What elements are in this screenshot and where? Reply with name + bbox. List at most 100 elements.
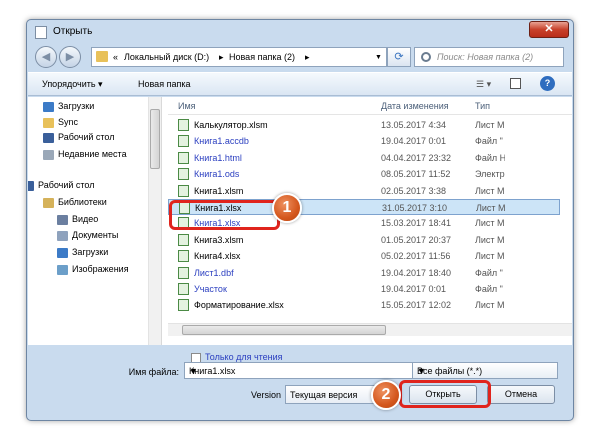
horizontal-scrollbar-thumb[interactable] xyxy=(182,325,386,335)
column-type[interactable]: Тип xyxy=(475,101,490,111)
file-row[interactable]: Книга1.accdb 19.04.2017 0:01 Файл " xyxy=(168,133,560,149)
close-icon: ✕ xyxy=(544,23,554,35)
sidebar-item[interactable]: Загрузки xyxy=(43,101,94,115)
readonly-label: Только для чтения xyxy=(205,352,283,362)
preview-pane-icon[interactable] xyxy=(510,78,521,89)
sidebar-item-icon xyxy=(57,214,68,225)
file-icon xyxy=(178,283,189,295)
sidebar-item-label: Недавние места xyxy=(58,149,127,159)
file-date: 15.03.2017 18:41 xyxy=(381,218,452,229)
file-date: 13.05.2017 4:34 xyxy=(381,120,447,130)
file-name: Калькулятор.xlsm xyxy=(194,120,268,130)
breadcrumb-folder[interactable]: Новая папка (2) xyxy=(229,52,295,62)
file-row[interactable]: Книга1.ods 08.05.2017 11:52 Электр xyxy=(168,166,560,182)
view-options-icon[interactable]: ☰ ▾ xyxy=(476,79,491,90)
file-row[interactable]: Книга1.html 04.04.2017 23:32 Файл H xyxy=(168,150,560,166)
breadcrumb-overflow[interactable]: « xyxy=(113,52,118,62)
chevron-down-icon[interactable]: ▼ xyxy=(375,54,382,61)
search-placeholder: Поиск: Новая папка (2) xyxy=(437,52,534,62)
sidebar-item-icon xyxy=(43,132,54,143)
file-row[interactable]: Калькулятор.xlsm 13.05.2017 4:34 Лист M xyxy=(168,117,560,133)
cancel-button[interactable]: Отмена xyxy=(487,385,555,404)
file-date: 04.04.2017 23:32 xyxy=(381,152,452,163)
close-button[interactable]: ✕ xyxy=(529,21,569,38)
sidebar-item-label: Изображения xyxy=(72,264,129,274)
file-row[interactable]: Книга4.xlsx 05.02.2017 11:56 Лист M xyxy=(168,248,560,264)
file-name: Книга1.html xyxy=(194,152,242,163)
file-row[interactable]: Форматирование.xlsx 15.05.2017 12:02 Лист … xyxy=(168,297,560,313)
file-list-header: Имя Дата изменения Тип xyxy=(168,97,572,115)
column-name[interactable]: Имя xyxy=(178,101,196,111)
sidebar-item-label: Загрузки xyxy=(72,247,109,257)
sidebar-item[interactable]: Недавние места xyxy=(43,149,127,163)
navigation-pane: Ссылки приложениИзбранноеЗагрузкиSyncРаб… xyxy=(28,97,162,345)
file-icon xyxy=(178,299,189,312)
sidebar-item[interactable]: Видео xyxy=(57,214,98,228)
sidebar-item[interactable]: Избранное xyxy=(28,97,84,98)
file-row[interactable]: Лист1.dbf 19.04.2017 18:40 Файл " xyxy=(168,265,560,281)
version-label: Version xyxy=(250,390,281,400)
file-type: Лист M xyxy=(475,185,505,196)
file-type: Лист M xyxy=(475,234,505,245)
file-row[interactable]: Участок 19.04.2017 0:01 Файл " xyxy=(168,281,560,297)
sidebar-item-icon xyxy=(57,247,68,258)
highlight-selected-file xyxy=(169,200,280,230)
address-bar[interactable]: « Локальный диск (D:) ▸ Новая папка (2) … xyxy=(91,47,387,67)
sidebar-item[interactable]: Загрузки xyxy=(57,247,108,261)
file-type: Файл H xyxy=(475,152,505,163)
file-date: 31.05.2017 3:10 xyxy=(382,203,448,213)
file-icon xyxy=(178,250,189,263)
file-type-select[interactable]: Все файлы (*.*) ▼ xyxy=(412,362,558,379)
sidebar-item-icon xyxy=(57,264,68,275)
file-type: Электр xyxy=(475,169,505,180)
sidebar-item-label: Sync xyxy=(58,117,79,127)
help-icon[interactable]: ? xyxy=(540,76,555,91)
file-icon xyxy=(178,168,189,181)
refresh-button[interactable]: ⟳ xyxy=(387,47,411,67)
file-type: Лист M xyxy=(475,218,505,229)
file-name: Книга3.xlsm xyxy=(194,234,244,245)
filename-input[interactable]: Книга1.xlsx ▼ xyxy=(184,362,430,379)
sidebar-item[interactable]: Изображения xyxy=(57,264,129,278)
sidebar-item[interactable]: Рабочий стол xyxy=(43,132,115,146)
file-icon xyxy=(178,119,189,131)
file-icon xyxy=(178,184,189,197)
sidebar-item-label: Документы xyxy=(72,230,119,240)
sidebar-item-icon xyxy=(43,101,54,112)
file-row[interactable]: Книга3.xlsm 01.05.2017 20:37 Лист M xyxy=(168,232,560,248)
search-input[interactable]: Поиск: Новая папка (2) xyxy=(414,47,564,67)
nav-scrollbar[interactable] xyxy=(148,97,161,345)
file-icon xyxy=(178,151,189,164)
toolbar: Упорядочить ▾ Новая папка ☰ ▾ ? xyxy=(28,72,572,96)
nav-scrollbar-thumb[interactable] xyxy=(150,109,160,169)
file-name: Форматирование.xlsx xyxy=(194,300,284,311)
file-date: 19.04.2017 0:01 xyxy=(381,284,447,294)
step-badge-1: 1 xyxy=(272,193,302,223)
back-button[interactable]: ◀ xyxy=(35,46,57,68)
file-type: Лист M xyxy=(475,251,505,262)
column-date[interactable]: Дата изменения xyxy=(381,101,449,111)
sidebar-item[interactable]: Библиотеки xyxy=(43,197,107,211)
title-bar: Открыть ✕ xyxy=(27,20,573,44)
version-select[interactable]: Текущая версия xyxy=(285,385,385,404)
breadcrumb-drive[interactable]: Локальный диск (D:) xyxy=(124,52,209,62)
sidebar-item[interactable]: Sync xyxy=(43,117,78,131)
chevron-right-icon: ▸ xyxy=(305,52,310,62)
new-folder-button[interactable]: Новая папка xyxy=(138,79,190,89)
file-type: Файл " xyxy=(475,267,503,278)
file-type: Файл " xyxy=(475,284,503,294)
file-row[interactable]: Книга1.xlsm 02.05.2017 3:38 Лист M xyxy=(168,183,560,199)
chevron-down-icon: ▼ xyxy=(417,366,426,376)
sidebar-item-label: Рабочий стол xyxy=(38,180,95,190)
chevron-down-icon[interactable]: ▼ xyxy=(189,366,427,376)
file-list-horizontal-scrollbar[interactable] xyxy=(168,323,572,336)
file-date: 02.05.2017 3:38 xyxy=(381,185,447,196)
file-icon xyxy=(178,233,189,246)
file-date: 19.04.2017 18:40 xyxy=(381,267,452,278)
organize-button[interactable]: Упорядочить ▾ xyxy=(42,79,103,90)
forward-button[interactable]: ▶ xyxy=(59,46,81,68)
sidebar-item[interactable]: Рабочий стол xyxy=(28,180,95,194)
sidebar-item[interactable]: Документы xyxy=(57,230,118,244)
chevron-right-icon: ▸ xyxy=(219,52,224,62)
folder-icon xyxy=(96,51,108,62)
